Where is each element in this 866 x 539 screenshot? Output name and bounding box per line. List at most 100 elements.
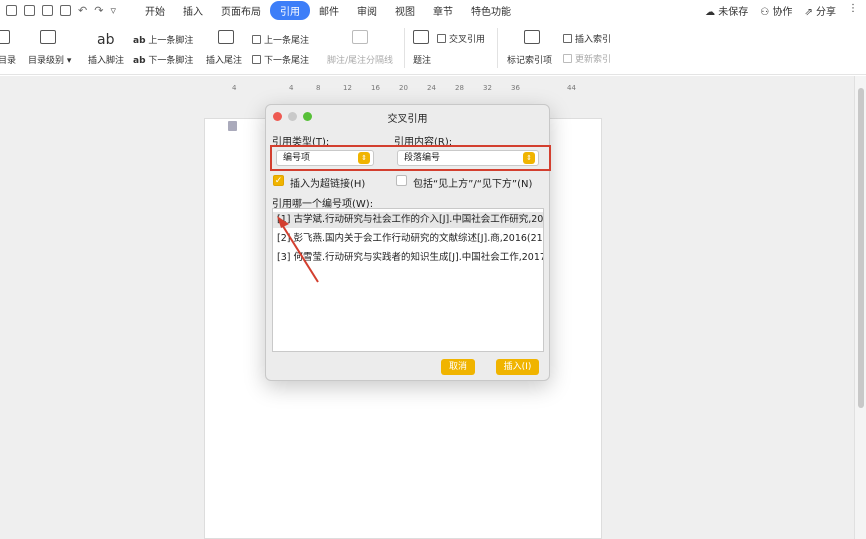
redo-icon[interactable]: ↷ <box>94 5 103 16</box>
preview-icon[interactable] <box>60 4 71 16</box>
above-below-label: 包括“见上方”/“见下方”(N) <box>413 179 533 190</box>
ribbon-divider <box>404 28 405 68</box>
toc-level-label: 目录级别 <box>28 56 65 66</box>
update-index-label: 更新索引 <box>575 55 612 65</box>
insert-index-button[interactable]: 插入索引 <box>563 32 611 45</box>
footnote-icon[interactable]: ab <box>97 32 114 48</box>
list-item[interactable]: [2] 彭飞燕.国内关于会工作行动研究的文献综述[J].商,2016(21) <box>273 231 543 247</box>
next-footnote-label: 下一条脚注 <box>148 56 194 66</box>
ruler-tick: 4 <box>232 84 237 92</box>
save-icon[interactable] <box>6 4 17 16</box>
prev-footnote-label: 上一条脚注 <box>148 36 194 46</box>
share-label: 分享 <box>816 7 836 18</box>
hyperlink-label: 插入为超链接(H) <box>290 179 366 190</box>
vertical-scrollbar[interactable] <box>854 76 866 539</box>
cancel-button[interactable]: 取消 <box>441 359 475 375</box>
unsaved-status[interactable]: ☁ 未保存 <box>705 3 748 18</box>
tab-review[interactable]: 审阅 <box>348 1 386 20</box>
ruler-tick: 32 <box>483 84 492 92</box>
ruler-tick: 4 <box>289 84 294 92</box>
menu-bar: ↶ ↷ ▿ 开始 插入 页面布局 引用 邮件 审阅 视图 章节 特色功能 ☁ 未… <box>0 0 866 20</box>
cross-reference-button[interactable]: 交叉引用 <box>437 32 485 45</box>
more-icon[interactable]: ⋮ <box>848 3 858 18</box>
tab-special-features[interactable]: 特色功能 <box>462 1 520 20</box>
next-endnote-button[interactable]: 下一条尾注 <box>252 53 309 66</box>
list-item[interactable]: [1] 古学斌.行动研究与社会工作的介入[J].中国社会工作研究,2017 <box>273 212 543 228</box>
ruler-tick: 8 <box>316 84 321 92</box>
chevron-updown-icon: ⇕ <box>523 152 535 164</box>
undo-icon[interactable]: ↶ <box>78 5 87 16</box>
tab-view[interactable]: 视图 <box>386 1 424 20</box>
paragraph-handle-icon[interactable] <box>228 121 237 131</box>
reference-content-select[interactable]: 段落编号 ⇕ <box>397 150 539 166</box>
next-endnote-label: 下一条尾注 <box>264 56 310 66</box>
dialog-title: 交叉引用 <box>387 114 428 125</box>
insert-button[interactable]: 插入(I) <box>496 359 539 375</box>
ruler-tick: 20 <box>399 84 408 92</box>
cross-reference-label: 交叉引用 <box>449 35 486 45</box>
export-icon[interactable] <box>24 4 35 16</box>
print-icon[interactable] <box>42 4 53 16</box>
ribbon-divider <box>497 28 498 68</box>
insert-endnote-button[interactable]: 插入尾注 <box>206 53 242 66</box>
tab-home[interactable]: 开始 <box>136 1 174 20</box>
ribbon-tabs: 开始 插入 页面布局 引用 邮件 审阅 视图 章节 特色功能 <box>136 0 520 20</box>
next-footnote-button[interactable]: ab 下一条脚注 <box>133 53 193 66</box>
footnote-separator-button[interactable]: 脚注/尾注分隔线 <box>327 53 393 66</box>
toc-level-button[interactable]: 目录级别 ▾ <box>28 53 71 66</box>
next-footnote-icon: ab <box>133 56 146 66</box>
insert-index-icon <box>563 34 572 43</box>
share-button[interactable]: ⇗ 分享 <box>804 3 836 18</box>
separator-icon <box>352 30 368 44</box>
tab-references[interactable]: 引用 <box>269 0 310 20</box>
ruler-tick: 28 <box>455 84 464 92</box>
toc-button[interactable]: 目录 <box>0 53 16 66</box>
mark-index-icon[interactable] <box>524 30 540 44</box>
prev-endnote-label: 上一条尾注 <box>264 36 310 46</box>
endnote-icon[interactable] <box>218 30 234 44</box>
ruler-tick: 16 <box>371 84 380 92</box>
unsaved-label: 未保存 <box>718 7 749 18</box>
prev-endnote-icon <box>252 35 261 44</box>
scrollbar-thumb[interactable] <box>858 88 864 408</box>
caption-button[interactable]: 题注 <box>413 53 431 66</box>
insert-index-label: 插入索引 <box>575 35 612 45</box>
tab-mailings[interactable]: 邮件 <box>310 1 348 20</box>
mark-index-button[interactable]: 标记索引项 <box>507 53 552 66</box>
quick-access-toolbar: ↶ ↷ ▿ <box>0 4 116 16</box>
collab-label: 协作 <box>772 7 793 18</box>
toc-icon[interactable] <box>0 30 10 44</box>
tab-insert[interactable]: 插入 <box>174 1 212 20</box>
insert-footnote-button[interactable]: 插入脚注 <box>88 53 124 66</box>
reference-type-value: 编号项 <box>283 153 311 163</box>
collab-button[interactable]: ⚇ 协作 <box>760 3 792 18</box>
ruler-tick: 44 <box>567 84 576 92</box>
chevron-updown-icon: ⇕ <box>358 152 370 164</box>
dialog-titlebar: 交叉引用 <box>266 105 549 127</box>
update-index-button[interactable]: 更新索引 <box>563 52 611 65</box>
horizontal-ruler[interactable]: 4 4 8 12 16 20 24 28 32 36 44 <box>205 84 605 94</box>
above-below-checkbox[interactable] <box>396 175 407 186</box>
update-index-icon <box>563 54 572 63</box>
cross-reference-dialog: 交叉引用 引用类型(T): 引用内容(R): 编号项 ⇕ 段落编号 ⇕ ✓ 插入… <box>265 104 551 381</box>
right-menu: ☁ 未保存 ⚇ 协作 ⇗ 分享 ⋮ <box>705 3 858 18</box>
customize-dropdown-icon[interactable]: ▿ <box>110 5 116 16</box>
ruler-tick: 36 <box>511 84 520 92</box>
toc-level-icon[interactable] <box>40 30 56 44</box>
numbered-items-list[interactable]: [1] 古学斌.行动研究与社会工作的介入[J].中国社会工作研究,2017 [2… <box>272 208 544 352</box>
prev-footnote-button[interactable]: ab 上一条脚注 <box>133 33 193 46</box>
tab-page-layout[interactable]: 页面布局 <box>212 1 270 20</box>
next-endnote-icon <box>252 55 261 64</box>
reference-content-value: 段落编号 <box>404 153 441 163</box>
prev-endnote-button[interactable]: 上一条尾注 <box>252 33 309 46</box>
tab-chapter[interactable]: 章节 <box>424 1 462 20</box>
ribbon: 目录 目录级别 ▾ ab 插入脚注 ab 上一条脚注 ab 下一条脚注 插入尾注… <box>0 20 866 75</box>
caption-icon[interactable] <box>413 30 429 44</box>
ruler-tick: 12 <box>343 84 352 92</box>
ruler-tick: 24 <box>427 84 436 92</box>
list-item[interactable]: [3] 何雪莹.行动研究与实践者的知识生成[J].中国社会工作,2017 <box>273 250 543 266</box>
prev-footnote-icon: ab <box>133 36 146 46</box>
reference-type-select[interactable]: 编号项 ⇕ <box>276 150 374 166</box>
hyperlink-checkbox[interactable]: ✓ <box>273 175 284 186</box>
cross-reference-icon <box>437 34 446 43</box>
